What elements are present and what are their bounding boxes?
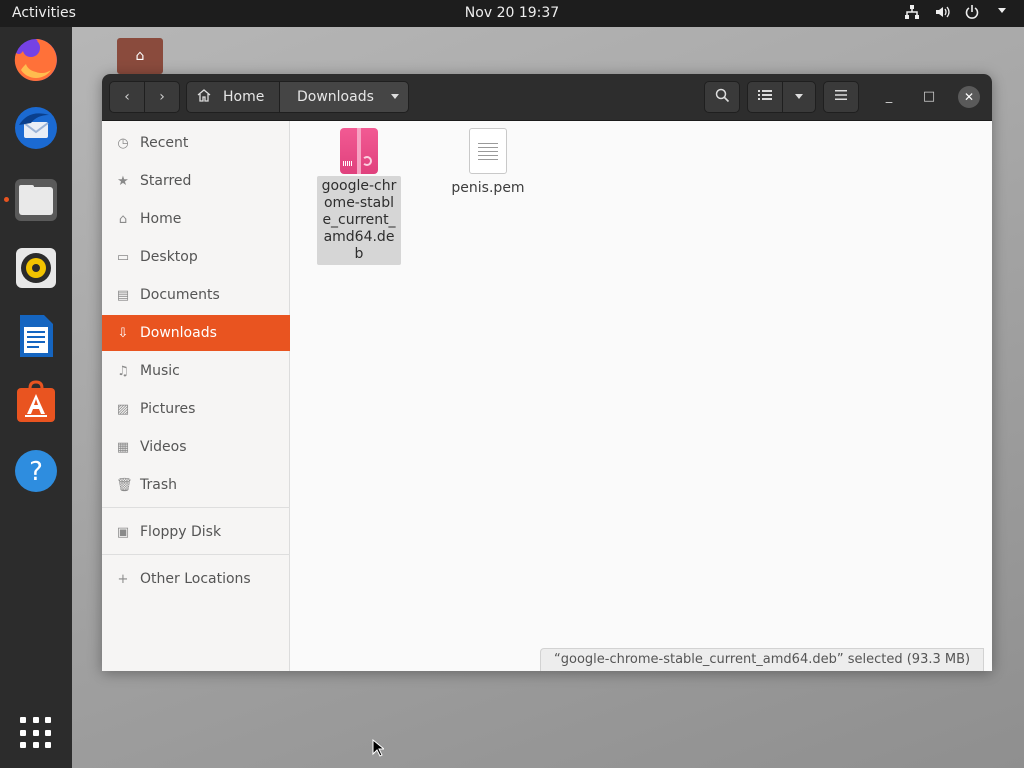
sidebar-item-pictures[interactable]: ▨ Pictures	[102, 391, 290, 427]
view-options-button[interactable]	[782, 81, 816, 113]
mouse-cursor-icon	[372, 739, 384, 757]
rhythmbox-icon[interactable]	[12, 244, 60, 292]
breadcrumb-home[interactable]: Home	[186, 81, 280, 113]
ubuntu-software-icon[interactable]	[12, 379, 60, 427]
power-icon[interactable]	[964, 4, 980, 20]
sidebar-item-label: Desktop	[140, 249, 198, 265]
music-icon: ♫	[117, 363, 129, 379]
sidebar-item-floppy-disk[interactable]: ▣ Floppy Disk	[102, 514, 290, 550]
sidebar-item-music[interactable]: ♫ Music	[102, 353, 290, 389]
sidebar-item-recent[interactable]: ◷ Recent	[102, 125, 290, 161]
plus-icon: +	[117, 571, 129, 587]
chevron-right-icon: ›	[159, 89, 165, 105]
sidebar-divider	[102, 554, 290, 555]
chevron-down-icon	[794, 89, 804, 105]
search-icon	[715, 88, 730, 107]
app-grid-icon[interactable]	[20, 717, 52, 749]
trash-icon: 🗑	[116, 477, 133, 493]
sidebar-item-label: Videos	[140, 439, 187, 455]
pictures-icon: ▨	[116, 401, 130, 417]
libreoffice-writer-icon[interactable]	[12, 312, 60, 360]
sidebar-item-home[interactable]: ⌂ Home	[102, 201, 290, 237]
clock[interactable]: Nov 20 19:37	[0, 5, 1024, 21]
file-name: google-chrome-stable_current_amd64.deb	[317, 176, 401, 265]
selection-status: “google-chrome-stable_current_amd64.deb”…	[540, 648, 985, 671]
file-item-pem[interactable]: penis.pem	[446, 128, 530, 197]
chevron-left-icon: ‹	[124, 89, 130, 105]
sidebar-item-label: Starred	[140, 173, 192, 189]
maximize-icon: □	[922, 89, 936, 104]
help-icon[interactable]: ?	[12, 447, 60, 495]
running-indicator	[4, 197, 9, 202]
documents-icon: ▤	[116, 287, 130, 303]
close-icon: ✕	[963, 90, 975, 104]
floppy-icon: ▣	[116, 524, 130, 540]
sidebar-item-downloads[interactable]: ⇩ Downloads	[102, 315, 290, 351]
sidebar-item-label: Pictures	[140, 401, 196, 417]
sidebar-item-label: Recent	[140, 135, 189, 151]
sidebar-item-label: Other Locations	[140, 571, 251, 587]
text-file-icon	[469, 128, 507, 174]
hamburger-icon	[835, 89, 847, 105]
home-icon: ⌂	[135, 48, 145, 64]
sidebar-item-other-locations[interactable]: + Other Locations	[102, 561, 290, 597]
network-icon[interactable]	[904, 4, 920, 20]
breadcrumb-downloads-label: Downloads	[297, 89, 374, 105]
sidebar-item-documents[interactable]: ▤ Documents	[102, 277, 290, 313]
minimize-icon: _	[885, 89, 893, 104]
view-toggle-button[interactable]	[747, 81, 783, 113]
chevron-down-icon	[390, 89, 400, 105]
minimize-button[interactable]: _	[878, 86, 900, 108]
firefox-icon[interactable]	[12, 36, 60, 84]
desktop-icon: ▭	[116, 249, 130, 265]
files-window: ‹ › Home Downloads _ □ ✕ ◷ Recent ★ Star…	[102, 74, 992, 671]
dock: ?	[0, 27, 72, 768]
header-bar: ‹ › Home Downloads _ □ ✕	[102, 74, 992, 121]
sidebar: ◷ Recent ★ Starred ⌂ Home ▭ Desktop ▤ Do…	[102, 121, 290, 671]
desktop-home-folder[interactable]: ⌂	[117, 38, 163, 74]
close-button[interactable]: ✕	[958, 86, 980, 108]
sidebar-item-label: Downloads	[140, 325, 217, 341]
main-menu-button[interactable]	[823, 81, 859, 113]
file-item-deb[interactable]: google-chrome-stable_current_amd64.deb	[317, 128, 401, 265]
volume-icon[interactable]	[934, 4, 950, 20]
sidebar-item-label: Floppy Disk	[140, 524, 222, 540]
search-button[interactable]	[704, 81, 740, 113]
sidebar-divider	[102, 507, 290, 508]
sidebar-item-starred[interactable]: ★ Starred	[102, 163, 290, 199]
home-icon: ⌂	[118, 211, 128, 227]
breadcrumb-downloads[interactable]: Downloads	[279, 81, 409, 113]
top-bar: Activities Nov 20 19:37	[0, 0, 1024, 27]
home-icon	[197, 88, 211, 106]
forward-button[interactable]: ›	[144, 81, 180, 113]
back-button[interactable]: ‹	[109, 81, 145, 113]
star-icon: ★	[117, 173, 129, 189]
breadcrumb-home-label: Home	[223, 89, 265, 105]
sidebar-item-label: Trash	[140, 477, 177, 493]
maximize-button[interactable]: □	[918, 86, 940, 108]
files-icon[interactable]	[12, 176, 60, 224]
sidebar-item-desktop[interactable]: ▭ Desktop	[102, 239, 290, 275]
sidebar-item-label: Documents	[140, 287, 220, 303]
sidebar-item-label: Home	[140, 211, 182, 227]
system-tray[interactable]	[904, 4, 1010, 20]
sidebar-item-videos[interactable]: ▦ Videos	[102, 429, 290, 465]
thunderbird-icon[interactable]	[12, 104, 60, 152]
chevron-down-icon[interactable]	[994, 4, 1010, 20]
list-view-icon	[758, 89, 772, 105]
sidebar-item-trash[interactable]: 🗑 Trash	[102, 467, 290, 503]
file-view[interactable]: google-chrome-stable_current_amd64.deb p…	[291, 121, 992, 671]
clock-icon: ◷	[117, 135, 129, 151]
deb-package-icon	[340, 128, 378, 174]
svg-text:?: ?	[29, 457, 43, 487]
videos-icon: ▦	[116, 439, 130, 455]
sidebar-item-label: Music	[140, 363, 180, 379]
file-name: penis.pem	[451, 180, 525, 196]
download-icon: ⇩	[117, 325, 129, 341]
